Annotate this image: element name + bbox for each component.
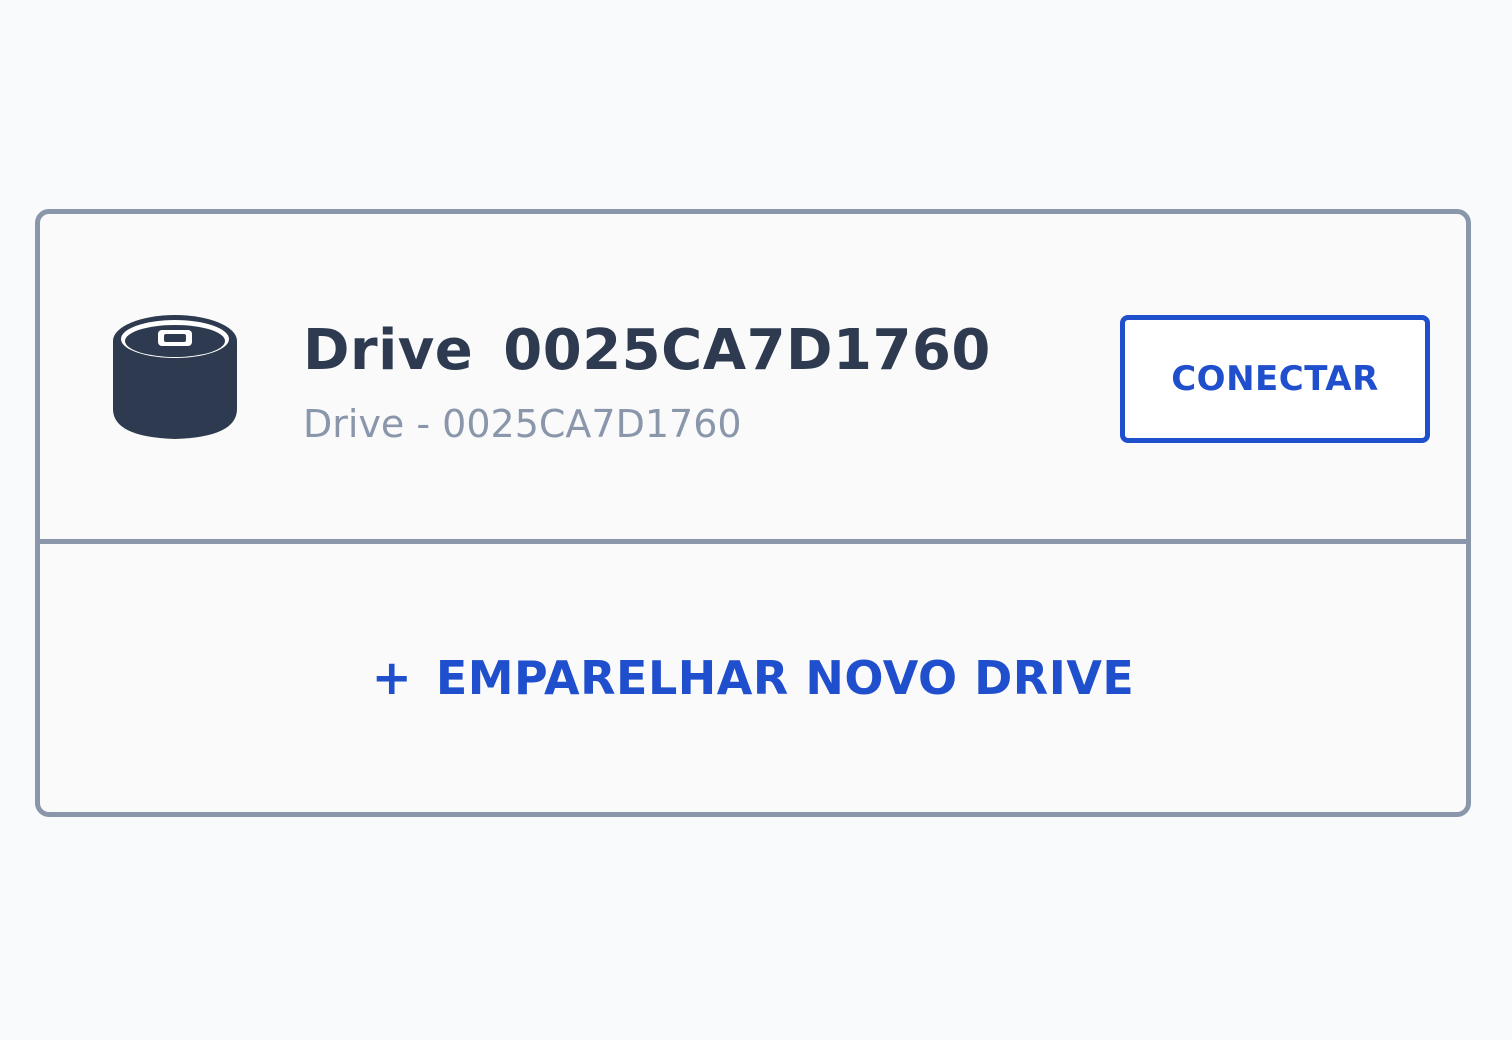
- plus-icon: +: [371, 650, 412, 706]
- drive-id: Drive - 0025CA7D1760: [303, 402, 742, 446]
- drive-list-item: Drive 0025CA7D1760 Drive - 0025CA7D1760 …: [40, 214, 1466, 544]
- drive-list-card: Drive 0025CA7D1760 Drive - 0025CA7D1760 …: [35, 209, 1471, 817]
- drive-name: Drive 0025CA7D1760: [303, 318, 991, 383]
- pair-new-drive-button[interactable]: + EMPARELHAR NOVO DRIVE: [40, 544, 1466, 812]
- connect-button[interactable]: CONECTAR: [1120, 315, 1430, 443]
- drive-cylinder-icon: [107, 311, 243, 447]
- pair-new-drive-label: EMPARELHAR NOVO DRIVE: [435, 651, 1135, 705]
